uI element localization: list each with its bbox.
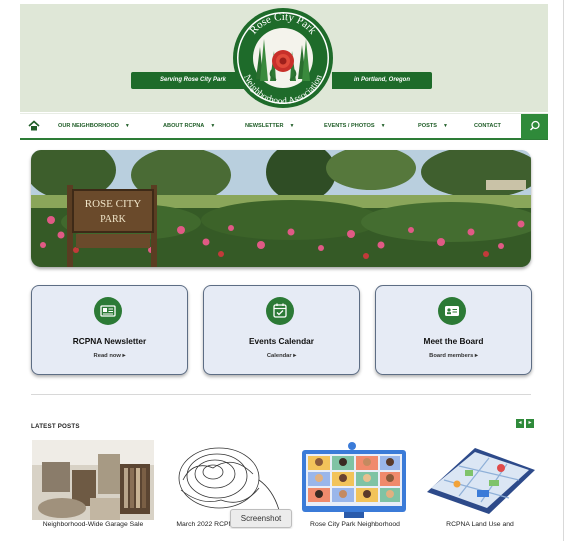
card-link[interactable]: Read now ▸ (32, 353, 187, 359)
post-thumbnail[interactable] (294, 440, 416, 520)
post-thumbnail[interactable] (419, 440, 541, 520)
section-divider (31, 394, 531, 395)
latest-posts-heading: LATEST POSTS (31, 423, 80, 430)
sign-line-2: PARK (100, 214, 127, 225)
tagline-ribbon-right: in Portland, Oregon (332, 72, 432, 89)
nav-label: POSTS (418, 123, 437, 129)
carousel-arrows: ◂ ▸ (516, 419, 534, 428)
garage-sale-photo (32, 440, 154, 520)
nav-our-neighborhood[interactable]: OUR NEIGHBORHOOD ▼ (58, 114, 130, 138)
next-arrow-button[interactable]: ▸ (526, 419, 534, 428)
card-link[interactable]: Board members ▸ (376, 353, 531, 359)
chevron-down-icon: ▼ (442, 123, 448, 129)
post-title[interactable]: RCPNA Land Use and (418, 521, 542, 528)
nav-contact[interactable]: CONTACT (474, 114, 501, 138)
card-link[interactable]: Calendar ▸ (204, 353, 359, 359)
nav-label: EVENTS / PHOTOS (324, 123, 375, 129)
id-card-icon (438, 297, 466, 325)
chevron-down-icon: ▼ (380, 123, 386, 129)
scrollbar-track[interactable] (563, 0, 564, 541)
hero-photo: ROSE CITY PARK (31, 150, 531, 267)
rose-sketch-image (163, 440, 285, 520)
nav-posts[interactable]: POSTS ▼ (418, 114, 448, 138)
nav-events-photos[interactable]: EVENTS / PHOTOS ▼ (324, 114, 386, 138)
newsletter-card[interactable]: RCPNA Newsletter Read now ▸ (31, 285, 188, 375)
nav-label: CONTACT (474, 123, 501, 129)
sign-line-1: ROSE CITY (85, 198, 142, 210)
prev-arrow-button[interactable]: ◂ (516, 419, 524, 428)
home-icon[interactable] (27, 119, 41, 133)
screenshot-tooltip: Screenshot (230, 509, 292, 528)
post-thumbnail[interactable] (32, 440, 154, 520)
search-button[interactable] (521, 114, 548, 139)
card-title: RCPNA Newsletter (72, 336, 147, 346)
newsletter-icon (94, 297, 122, 325)
nav-label: NEWSLETTER (245, 123, 284, 129)
search-icon (529, 120, 540, 131)
calendar-icon (266, 297, 294, 325)
rcpna-logo[interactable]: Rose City Park Neighborhood Association (230, 7, 336, 109)
land-use-map-illustration (419, 440, 541, 520)
post-thumbnail[interactable] (163, 440, 285, 520)
chevron-down-icon: ▼ (210, 123, 216, 129)
post-title[interactable]: Neighborhood-Wide Garage Sale (31, 521, 155, 528)
events-card[interactable]: Events Calendar Calendar ▸ (203, 285, 360, 375)
nav-label: OUR NEIGHBORHOOD (58, 123, 119, 129)
site-header: Serving Rose City Park in Portland, Oreg… (20, 4, 548, 112)
chevron-down-icon: ▼ (124, 123, 130, 129)
video-meeting-illustration (294, 440, 416, 520)
nav-about-rcpna[interactable]: ABOUT RCPNA ▼ (163, 114, 215, 138)
chevron-down-icon: ▼ (289, 123, 295, 129)
card-title: Events Calendar (248, 336, 315, 346)
nav-newsletter[interactable]: NEWSLETTER ▼ (245, 114, 295, 138)
board-card[interactable]: Meet the Board Board members ▸ (375, 285, 532, 375)
post-title[interactable]: Rose City Park Neighborhood (293, 521, 417, 528)
tagline-right: in Portland, Oregon (353, 77, 410, 83)
park-sign-photo: ROSE CITY PARK (31, 150, 531, 267)
page: Serving Rose City Park in Portland, Oreg… (20, 4, 548, 529)
card-title: Meet the Board (423, 336, 484, 346)
main-nav: OUR NEIGHBORHOOD ▼ ABOUT RCPNA ▼ NEWSLETTE… (20, 113, 548, 140)
nav-label: ABOUT RCPNA (163, 123, 205, 129)
